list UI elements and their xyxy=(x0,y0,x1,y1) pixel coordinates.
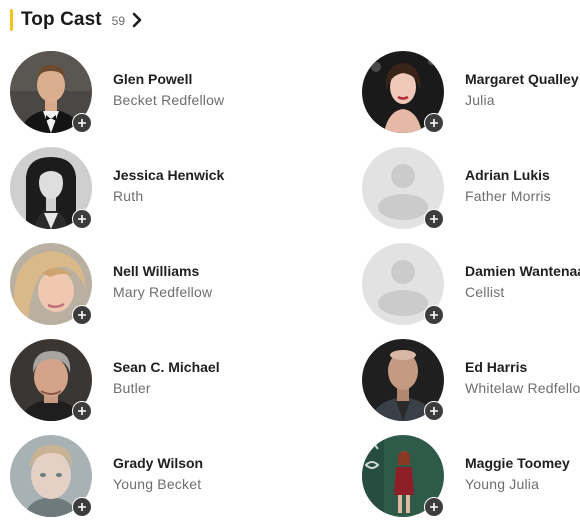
avatar-wrap xyxy=(10,435,94,519)
cast-item[interactable]: Jessica Henwick Ruth xyxy=(10,147,300,231)
cast-item[interactable]: Glen Powell Becket Redfellow xyxy=(10,51,300,135)
plus-icon xyxy=(78,503,86,511)
plus-icon xyxy=(430,119,438,127)
character-name: Julia xyxy=(465,92,495,108)
plus-icon xyxy=(430,215,438,223)
avatar-wrap xyxy=(362,243,446,327)
character-name: Father Morris xyxy=(465,188,551,204)
actor-name[interactable]: Damien Wantenaar xyxy=(465,263,580,279)
cast-item[interactable]: Ed Harris Whitelaw Redfellow xyxy=(362,339,580,423)
section-title: Top Cast xyxy=(21,9,102,30)
cast-item[interactable]: Adrian Lukis Father Morris xyxy=(362,147,580,231)
character-name: Ruth xyxy=(113,188,144,204)
add-to-watchlist-button[interactable] xyxy=(424,209,444,229)
character-name: Mary Redfellow xyxy=(113,284,213,300)
add-to-watchlist-button[interactable] xyxy=(72,209,92,229)
actor-name[interactable]: Glen Powell xyxy=(113,71,192,87)
character-name: Butler xyxy=(113,380,151,396)
add-to-watchlist-button[interactable] xyxy=(72,113,92,133)
actor-name[interactable]: Grady Wilson xyxy=(113,455,203,471)
plus-icon xyxy=(78,119,86,127)
avatar-wrap xyxy=(362,147,446,231)
avatar-wrap xyxy=(10,51,94,135)
plus-icon xyxy=(430,503,438,511)
cast-item[interactable]: Margaret Qualley Julia xyxy=(362,51,580,135)
cast-item[interactable]: Damien Wantenaar Cellist xyxy=(362,243,580,327)
add-to-watchlist-button[interactable] xyxy=(424,113,444,133)
cast-count: 59 xyxy=(111,14,126,28)
chevron-right-icon[interactable] xyxy=(131,12,145,28)
plus-icon xyxy=(78,407,86,415)
character-name: Young Julia xyxy=(465,476,540,492)
add-to-watchlist-button[interactable] xyxy=(424,497,444,517)
plus-icon xyxy=(78,311,86,319)
character-name: Whitelaw Redfellow xyxy=(465,380,580,396)
accent-bar xyxy=(10,9,13,31)
add-to-watchlist-button[interactable] xyxy=(424,305,444,325)
avatar-wrap xyxy=(10,339,94,423)
actor-name[interactable]: Nell Williams xyxy=(113,263,199,279)
avatar-wrap xyxy=(362,51,446,135)
add-to-watchlist-button[interactable] xyxy=(72,401,92,421)
avatar-wrap xyxy=(362,339,446,423)
plus-icon xyxy=(430,311,438,319)
cast-item[interactable]: Grady Wilson Young Becket xyxy=(10,435,300,519)
avatar-wrap xyxy=(362,435,446,519)
plus-icon xyxy=(430,407,438,415)
character-name: Cellist xyxy=(465,284,505,300)
actor-name[interactable]: Maggie Toomey xyxy=(465,455,570,471)
actor-name[interactable]: Adrian Lukis xyxy=(465,167,550,183)
cast-item[interactable]: Sean C. Michael Butler xyxy=(10,339,300,423)
actor-name[interactable]: Ed Harris xyxy=(465,359,527,375)
character-name: Young Becket xyxy=(113,476,202,492)
actor-name[interactable]: Sean C. Michael xyxy=(113,359,220,375)
character-name: Becket Redfellow xyxy=(113,92,225,108)
cast-item[interactable]: Nell Williams Mary Redfellow xyxy=(10,243,300,327)
section-header: Top Cast 59 xyxy=(10,9,145,31)
plus-icon xyxy=(78,215,86,223)
avatar-wrap xyxy=(10,147,94,231)
add-to-watchlist-button[interactable] xyxy=(72,497,92,517)
actor-name[interactable]: Margaret Qualley xyxy=(465,71,579,87)
avatar-wrap xyxy=(10,243,94,327)
add-to-watchlist-button[interactable] xyxy=(424,401,444,421)
cast-item[interactable]: Maggie Toomey Young Julia xyxy=(362,435,580,519)
actor-name[interactable]: Jessica Henwick xyxy=(113,167,224,183)
add-to-watchlist-button[interactable] xyxy=(72,305,92,325)
